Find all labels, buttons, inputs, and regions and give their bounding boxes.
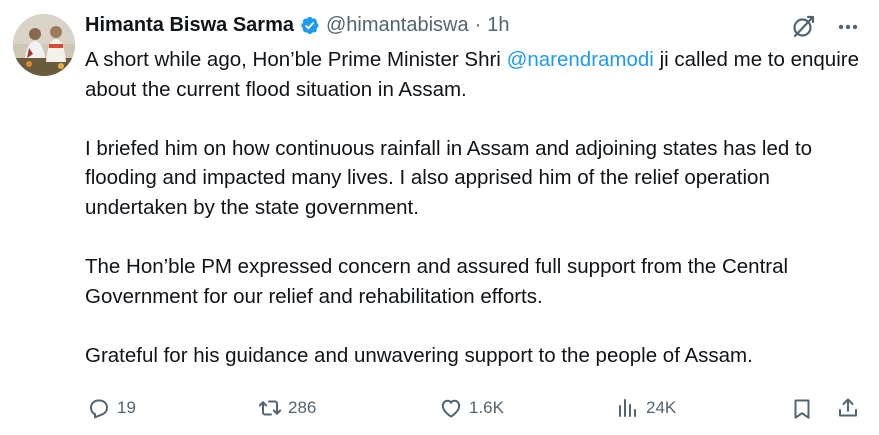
action-bar: 19 286 1.6K 24K	[0, 393, 879, 425]
verified-badge-icon	[299, 15, 320, 36]
tweet-paragraph-2: I briefed him on how continuous rainfall…	[85, 136, 813, 219]
repost-count: 286	[288, 398, 317, 417]
bookmark-icon	[790, 397, 814, 421]
views-icon	[616, 396, 640, 420]
reply-button[interactable]: 19	[87, 396, 136, 420]
bookmark-button[interactable]	[790, 397, 814, 421]
display-name[interactable]: Himanta Biswa Sarma	[85, 14, 294, 37]
repost-button[interactable]: 286	[258, 396, 316, 420]
views-count: 24K	[646, 398, 677, 417]
timestamp[interactable]: 1h	[487, 14, 509, 37]
tweet-paragraph-1: A short while ago, Hon’ble Prime Ministe…	[85, 48, 859, 101]
more-icon[interactable]	[835, 16, 861, 38]
share-icon	[836, 396, 860, 420]
reply-count: 19	[117, 398, 136, 417]
tweet-paragraph-4: Grateful for his guidance and unwavering…	[85, 343, 753, 367]
separator-dot: ·	[474, 13, 482, 36]
heart-icon	[439, 396, 463, 420]
tweet[interactable]: Himanta Biswa Sarma @himantabiswa · 1h A…	[0, 0, 879, 435]
share-button[interactable]	[836, 396, 860, 420]
tweet-paragraph-3: The Hon’ble PM expressed concern and ass…	[85, 255, 789, 308]
tweet-header: Himanta Biswa Sarma @himantabiswa · 1h	[85, 11, 510, 39]
views-button[interactable]: 24K	[616, 396, 676, 420]
avatar[interactable]	[13, 14, 75, 76]
grok-icon[interactable]	[790, 14, 816, 40]
tweet-text: A short while ago, Hon’ble Prime Ministe…	[85, 45, 865, 371]
like-button[interactable]: 1.6K	[439, 396, 504, 420]
reply-icon	[87, 396, 111, 420]
user-handle[interactable]: @himantabiswa	[326, 14, 469, 37]
like-count: 1.6K	[469, 398, 504, 417]
repost-icon	[258, 396, 282, 420]
mention-link[interactable]: @narendramodi	[507, 48, 654, 71]
